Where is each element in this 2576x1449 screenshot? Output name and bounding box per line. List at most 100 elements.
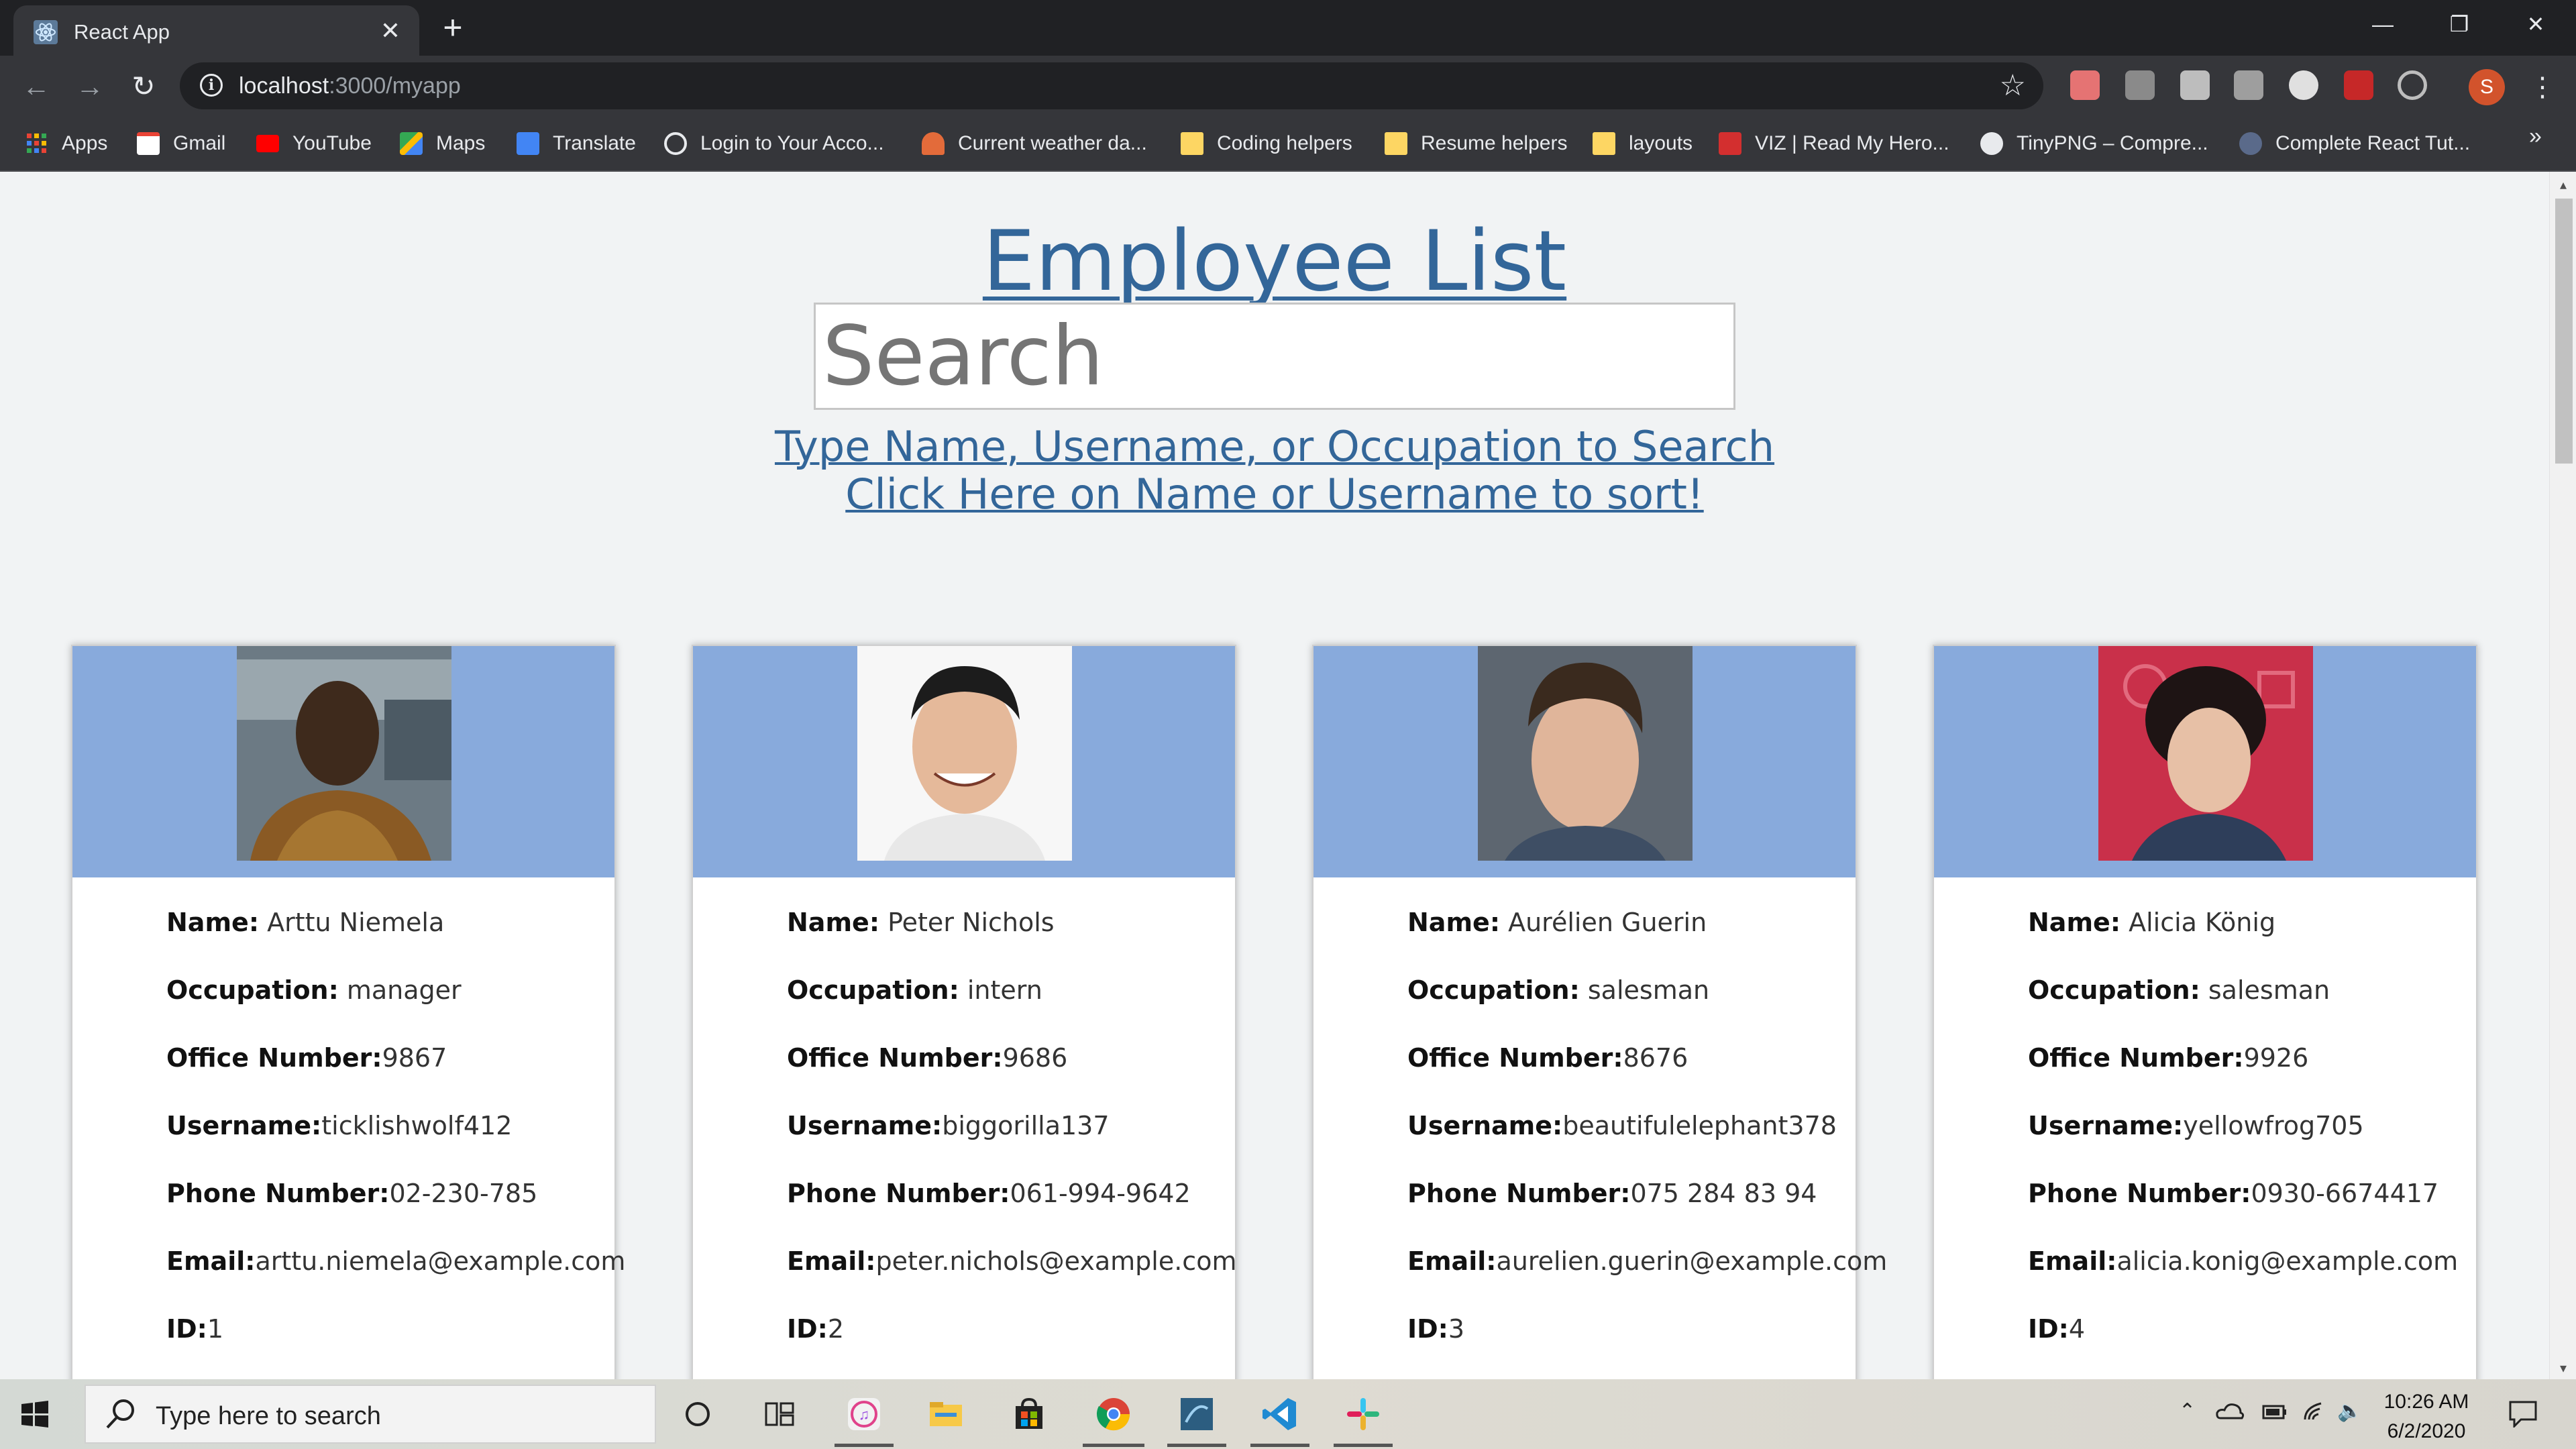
name-row[interactable]: Name: Peter Nichols <box>787 908 1236 975</box>
employee-phone: 02-230-785 <box>389 1179 538 1208</box>
bookmark-react-tutorial[interactable]: Complete React Tut... <box>2239 128 2470 159</box>
name-row[interactable]: Name: Aurélien Guerin <box>1407 908 1887 975</box>
file-explorer-icon[interactable] <box>927 1395 965 1433</box>
employee-occupation: salesman <box>1579 975 1710 1005</box>
bookmark-translate[interactable]: Translate <box>517 128 636 159</box>
info-icon[interactable]: i <box>200 74 223 97</box>
employee-name: Alicia König <box>2121 908 2276 937</box>
notification-center-icon[interactable] <box>2508 1399 2538 1428</box>
extension-cast-icon[interactable] <box>2070 70 2100 100</box>
bookmark-label: Translate <box>553 132 636 154</box>
bookmarks-overflow-icon[interactable]: » <box>2529 123 2542 150</box>
scroll-up-icon[interactable]: ▴ <box>2557 178 2570 192</box>
bookmark-star-icon[interactable]: ☆ <box>2000 69 2026 103</box>
username-row[interactable]: Username:biggorilla137 <box>787 1111 1236 1179</box>
scrollbar-thumb[interactable] <box>2555 199 2573 464</box>
vscode-icon[interactable] <box>1261 1395 1299 1433</box>
onedrive-icon[interactable] <box>2215 1399 2245 1424</box>
bookmark-gmail[interactable]: Gmail <box>137 128 225 159</box>
extension-circle-icon[interactable] <box>2289 70 2318 100</box>
folder-icon <box>1385 132 1407 155</box>
bookmark-login[interactable]: Login to Your Acco... <box>664 128 884 159</box>
username-row[interactable]: Username:yellowfrog705 <box>2028 1111 2458 1179</box>
address-bar[interactable]: i localhost:3000/myapp ☆ <box>180 62 2043 109</box>
email-row: Email:peter.nichols@example.com <box>787 1246 1237 1276</box>
bookmark-weather[interactable]: Current weather da... <box>922 128 1147 159</box>
itunes-icon[interactable]: ♫ <box>845 1395 883 1433</box>
close-window-button[interactable]: ✕ <box>2509 5 2563 43</box>
search-hint-link[interactable]: Type Name, Username, or Occupation to Se… <box>0 422 2549 471</box>
card-banner <box>1934 646 2476 877</box>
employee-info: Name: Peter Nichols Occupation: intern O… <box>787 908 1236 1379</box>
menu-icon[interactable]: ⋮ <box>2529 69 2556 105</box>
bookmark-apps[interactable]: Apps <box>25 128 107 159</box>
bookmark-viz[interactable]: VIZ | Read My Hero... <box>1719 128 1949 159</box>
bookmark-tinypng[interactable]: TinyPNG – Compre... <box>1980 128 2208 159</box>
bookmark-layouts[interactable]: layouts <box>1593 128 1693 159</box>
mysql-workbench-icon[interactable] <box>1178 1395 1216 1433</box>
search-input[interactable] <box>814 303 1735 410</box>
wifi-icon[interactable] <box>2301 1399 2328 1424</box>
extension-red-icon[interactable] <box>2344 70 2373 100</box>
tab-title: React App <box>74 20 170 44</box>
username-row[interactable]: Username:ticklishwolf412 <box>166 1111 625 1179</box>
slack-icon[interactable] <box>1344 1395 1382 1433</box>
tray-overflow-icon[interactable]: ⌃ <box>2179 1399 2196 1423</box>
forward-arrow-icon[interactable]: → <box>71 68 109 105</box>
extension-grey-icon[interactable] <box>2125 70 2155 100</box>
phone-row: Phone Number:02-230-785 <box>166 1179 538 1208</box>
id-row: ID:2 <box>787 1314 845 1344</box>
battery-icon[interactable] <box>2261 1399 2288 1424</box>
bookmark-youtube[interactable]: YouTube <box>256 128 372 159</box>
bookmark-label: YouTube <box>292 132 372 154</box>
profile-avatar[interactable]: S <box>2469 69 2505 105</box>
task-view-icon[interactable] <box>761 1395 798 1433</box>
employee-phone: 0930-6674417 <box>2251 1179 2439 1208</box>
globe-icon <box>664 132 687 155</box>
system-clock[interactable]: 10:26 AM 6/2/2020 <box>2376 1387 2477 1446</box>
extension-k-icon[interactable] <box>2234 70 2263 100</box>
name-row[interactable]: Name: Alicia König <box>2028 908 2458 975</box>
id-row: ID:3 <box>1407 1314 1465 1344</box>
employee-name: Aurélien Guerin <box>1500 908 1707 937</box>
volume-icon[interactable]: 🔈 <box>2337 1399 2362 1423</box>
bookmark-maps[interactable]: Maps <box>400 128 485 159</box>
employee-username: ticklishwolf412 <box>321 1111 513 1140</box>
chrome-icon[interactable] <box>1095 1395 1132 1433</box>
windows-start-icon[interactable] <box>20 1399 50 1429</box>
tab-react-app[interactable]: React App ✕ <box>13 5 419 56</box>
employee-card: Name: Peter Nichols Occupation: intern O… <box>692 645 1236 1379</box>
store-icon[interactable] <box>1010 1395 1048 1433</box>
name-row[interactable]: Name: Arttu Niemela <box>166 908 625 975</box>
extension-target-icon[interactable] <box>2398 70 2427 100</box>
employee-email: alicia.konig@example.com <box>2116 1246 2459 1276</box>
reload-icon[interactable]: ↻ <box>125 68 162 105</box>
extension-s-icon[interactable] <box>2180 70 2210 100</box>
page-viewport: Employee List Type Name, Username, or Oc… <box>0 172 2549 1379</box>
close-tab-icon[interactable]: ✕ <box>377 17 404 44</box>
email-row: Email:arttu.niemela@example.com <box>166 1246 626 1276</box>
employee-name: Arttu Niemela <box>259 908 445 937</box>
youtube-icon <box>256 135 279 152</box>
username-row[interactable]: Username:beautifulelephant378 <box>1407 1111 1887 1179</box>
sort-hint-link[interactable]: Click Here on Name or Username to sort! <box>0 470 2549 519</box>
new-tab-button[interactable]: + <box>436 11 470 46</box>
bookmark-label: Resume helpers <box>1421 132 1568 154</box>
url-text[interactable]: localhost:3000/myapp <box>239 73 461 99</box>
bookmark-label: Gmail <box>173 132 226 154</box>
bookmark-label: Coding helpers <box>1217 132 1352 154</box>
employee-email: aurelien.guerin@example.com <box>1496 1246 1888 1276</box>
panda-icon <box>1980 132 2003 155</box>
scroll-down-icon[interactable]: ▾ <box>2557 1362 2570 1375</box>
bookmark-label: VIZ | Read My Hero... <box>1755 132 1949 154</box>
bookmark-coding-helpers[interactable]: Coding helpers <box>1181 128 1352 159</box>
employee-id: 2 <box>827 1314 845 1344</box>
restore-button[interactable]: ❐ <box>2432 5 2486 43</box>
back-arrow-icon[interactable]: ← <box>17 68 55 105</box>
page-scrollbar[interactable]: ▴ ▾ <box>2549 172 2576 1379</box>
bookmark-resume-helpers[interactable]: Resume helpers <box>1385 128 1567 159</box>
minimize-button[interactable]: — <box>2356 5 2410 43</box>
cortana-icon[interactable] <box>679 1395 716 1433</box>
taskbar-search-box[interactable]: Type here to search <box>85 1385 656 1444</box>
employee-phone: 061-994-9642 <box>1010 1179 1191 1208</box>
